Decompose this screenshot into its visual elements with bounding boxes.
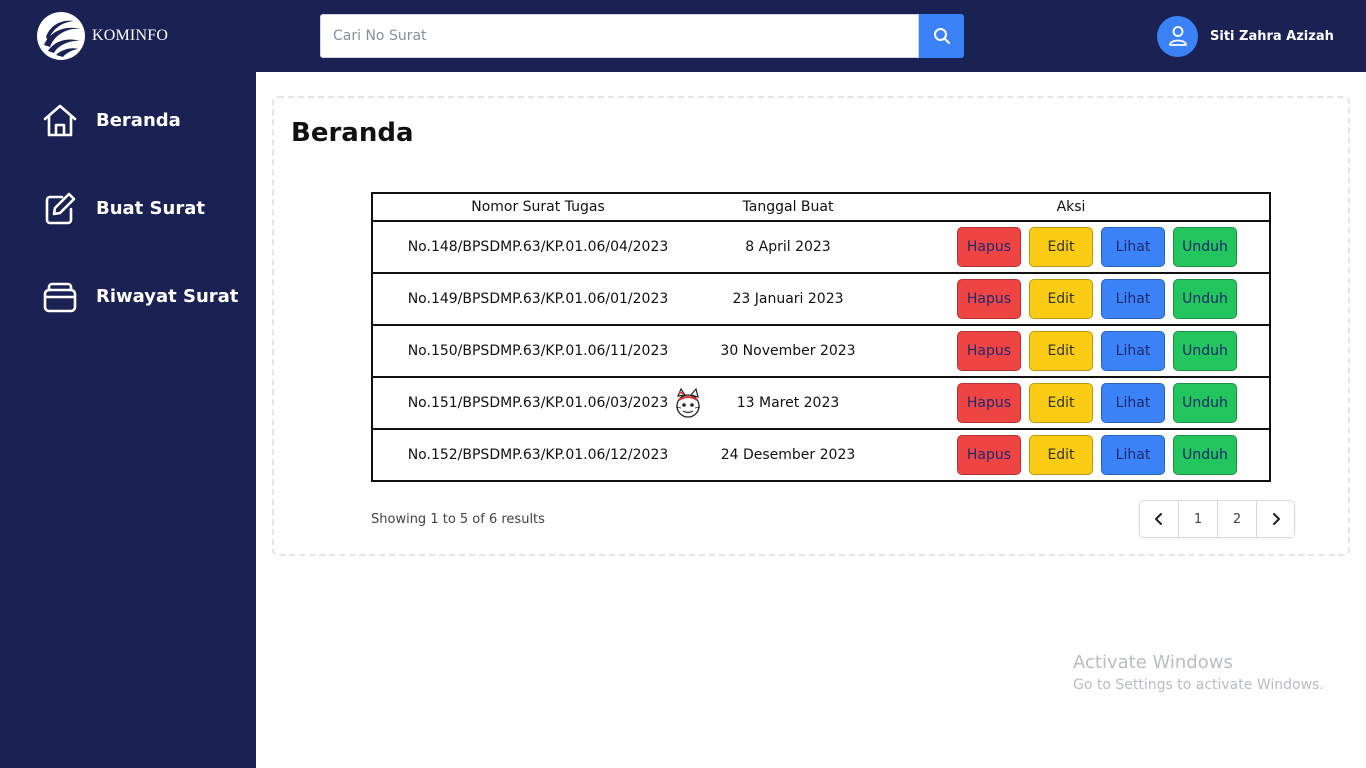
column-header-nomor: Nomor Surat Tugas: [471, 199, 605, 215]
page-title: Beranda: [291, 118, 414, 148]
download-button[interactable]: Unduh: [1173, 331, 1237, 371]
delete-button[interactable]: Hapus: [957, 279, 1021, 319]
edit-button[interactable]: Edit: [1029, 279, 1093, 319]
sidebar-item-riwayat-surat[interactable]: Riwayat Surat: [40, 274, 238, 318]
home-icon: [43, 104, 77, 137]
cell-tanggal: 24 Desember 2023: [720, 447, 856, 463]
cell-tanggal: 13 Maret 2023: [736, 395, 840, 411]
table-header: Nomor Surat Tugas Tanggal Buat Aksi: [373, 194, 1269, 220]
page-button-2[interactable]: 2: [1217, 501, 1256, 537]
previous-page-button[interactable]: [1140, 501, 1178, 537]
download-button[interactable]: Unduh: [1173, 279, 1237, 319]
search-icon: [933, 28, 950, 44]
kominfo-logo-icon: [37, 12, 85, 60]
results-summary: Showing 1 to 5 of 6 results: [371, 512, 545, 527]
content-card: Beranda Nomor Surat Tugas Tanggal Buat A…: [272, 96, 1350, 556]
table-row: No.151/BPSDMP.63/KP.01.06/03/2023 13 Mar…: [373, 376, 1269, 428]
page-button-1[interactable]: 1: [1178, 501, 1217, 537]
cell-tanggal: 8 April 2023: [745, 239, 831, 255]
next-page-button[interactable]: [1256, 501, 1294, 537]
cat-sticker-icon: [675, 387, 701, 418]
cell-tanggal: 23 Januari 2023: [732, 291, 844, 307]
letters-table: Nomor Surat Tugas Tanggal Buat Aksi No.1…: [371, 192, 1271, 482]
table-row: No.150/BPSDMP.63/KP.01.06/11/2023 30 Nov…: [373, 324, 1269, 376]
edit-button[interactable]: Edit: [1029, 331, 1093, 371]
view-button[interactable]: Lihat: [1101, 227, 1165, 267]
view-button[interactable]: Lihat: [1101, 331, 1165, 371]
cell-nomor: No.151/BPSDMP.63/KP.01.06/03/2023: [407, 395, 669, 411]
top-bar: KOMINFO Siti Zahra Azizah: [0, 0, 1366, 72]
search-button[interactable]: [919, 14, 964, 58]
delete-button[interactable]: Hapus: [957, 435, 1021, 475]
delete-button[interactable]: Hapus: [957, 227, 1021, 267]
windows-activation-watermark: Activate Windows Go to Settings to activ…: [1073, 652, 1324, 693]
column-header-tanggal: Tanggal Buat: [742, 199, 834, 215]
pagination: 1 2: [1139, 500, 1295, 538]
avatar[interactable]: [1157, 15, 1198, 57]
search-bar: [320, 14, 964, 58]
cell-nomor: No.152/BPSDMP.63/KP.01.06/12/2023: [407, 447, 669, 463]
table-row: No.149/BPSDMP.63/KP.01.06/01/2023 23 Jan…: [373, 272, 1269, 324]
sidebar-item-beranda[interactable]: Beranda: [40, 98, 181, 142]
edit-button[interactable]: Edit: [1029, 435, 1093, 475]
column-header-aksi: Aksi: [1056, 199, 1086, 215]
edit-icon: [45, 192, 76, 225]
sidebar-item-label: Riwayat Surat: [96, 285, 239, 307]
download-button[interactable]: Unduh: [1173, 383, 1237, 423]
search-input[interactable]: [320, 14, 920, 58]
delete-button[interactable]: Hapus: [957, 383, 1021, 423]
table-row: No.148/BPSDMP.63/KP.01.06/04/2023 8 Apri…: [373, 220, 1269, 272]
delete-button[interactable]: Hapus: [957, 331, 1021, 371]
view-button[interactable]: Lihat: [1101, 435, 1165, 475]
kominfo-logo[interactable]: KOMINFO: [36, 11, 186, 61]
sidebar: Beranda Buat Surat Riwayat Surat: [0, 72, 256, 768]
edit-button[interactable]: Edit: [1029, 383, 1093, 423]
chevron-left-icon: [1155, 513, 1162, 525]
watermark-title: Activate Windows: [1073, 652, 1233, 673]
cell-tanggal: 30 November 2023: [720, 343, 856, 359]
edit-button[interactable]: Edit: [1029, 227, 1093, 267]
table-row: No.152/BPSDMP.63/KP.01.06/12/2023 24 Des…: [373, 428, 1269, 480]
user-icon: [1168, 26, 1187, 46]
view-button[interactable]: Lihat: [1101, 279, 1165, 319]
download-button[interactable]: Unduh: [1173, 227, 1237, 267]
user-name: Siti Zahra Azizah: [1210, 28, 1334, 44]
cell-nomor: No.148/BPSDMP.63/KP.01.06/04/2023: [407, 239, 669, 255]
sidebar-item-label: Beranda: [96, 109, 181, 131]
user-menu[interactable]: Siti Zahra Azizah: [1157, 15, 1334, 57]
sidebar-item-label: Buat Surat: [96, 197, 205, 219]
view-button[interactable]: Lihat: [1101, 383, 1165, 423]
sidebar-item-buat-surat[interactable]: Buat Surat: [40, 186, 205, 230]
archive-icon: [43, 282, 77, 313]
chevron-right-icon: [1272, 513, 1280, 525]
cell-nomor: No.149/BPSDMP.63/KP.01.06/01/2023: [407, 291, 669, 307]
watermark-subtitle: Go to Settings to activate Windows.: [1073, 677, 1324, 693]
cell-nomor: No.150/BPSDMP.63/KP.01.06/11/2023: [407, 343, 669, 359]
logo-text: KOMINFO: [92, 27, 169, 44]
download-button[interactable]: Unduh: [1173, 435, 1237, 475]
